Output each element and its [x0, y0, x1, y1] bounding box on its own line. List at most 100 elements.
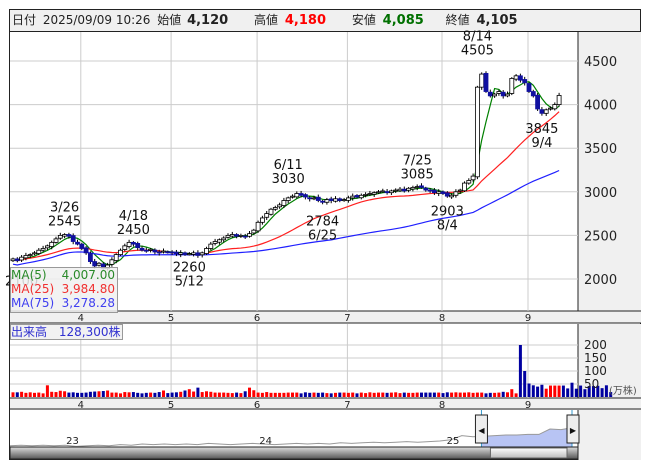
annotation-date: 7/25: [403, 153, 432, 168]
candle-body: [281, 200, 287, 206]
volume-bar: [411, 392, 415, 397]
volume-bar: [37, 392, 41, 397]
candle-body: [182, 252, 188, 255]
volume-bar: [566, 388, 570, 397]
price-tick-label: 3000: [584, 186, 617, 201]
volume-bar: [351, 392, 355, 397]
volume-bar: [97, 391, 101, 397]
volume-bar: [467, 392, 471, 397]
volume-bar: [398, 393, 402, 397]
volume-bar: [213, 392, 217, 397]
volume-bar: [11, 392, 15, 397]
candle-body: [530, 91, 536, 97]
ma25-label: MA(25): [11, 282, 55, 296]
volume-bar: [278, 392, 282, 397]
annotation-date: 8/4: [437, 218, 458, 233]
volume-bar: [561, 385, 565, 397]
volume-month-label: 6: [254, 400, 260, 411]
volume-bar: [166, 393, 170, 397]
candle-body: [88, 253, 93, 262]
candle-body: [298, 193, 304, 196]
volume-bar: [493, 392, 497, 397]
volume-bar: [93, 391, 97, 397]
volume-bar: [157, 392, 161, 397]
volume-bar: [295, 392, 299, 397]
volume-bar: [316, 392, 320, 397]
volume-date-axis-strip: [10, 398, 641, 410]
volume-bar: [338, 392, 342, 397]
candle-body: [234, 234, 240, 237]
volume-bar: [252, 390, 256, 397]
annotation-value: 2545: [48, 214, 81, 229]
ma5-label: MA(5): [11, 268, 47, 282]
candle-body: [449, 194, 455, 198]
volume-bar: [260, 392, 264, 397]
volume-month-label: 5: [168, 400, 174, 411]
candle-body: [518, 75, 523, 81]
annotation-value: 2450: [117, 223, 150, 238]
candle-body: [45, 245, 50, 249]
volume-bar: [329, 393, 333, 397]
candle-body: [483, 72, 489, 92]
volume-bar: [364, 393, 368, 397]
volume-bar: [80, 392, 84, 397]
month-label: 7: [344, 313, 350, 324]
annotation-value: 2903: [431, 204, 464, 219]
candle-body: [135, 243, 141, 249]
annotation-value: 4505: [461, 44, 494, 59]
volume-bar: [45, 385, 49, 397]
annotation-date: 5/12: [175, 274, 204, 289]
volume-bar: [123, 392, 127, 397]
volume-bar: [114, 392, 118, 397]
candle-body: [247, 233, 252, 237]
candle-body: [474, 86, 480, 178]
month-label: 6: [254, 313, 260, 324]
volume-bar: [394, 392, 398, 397]
candle-body: [268, 208, 274, 215]
candle-body: [57, 234, 63, 239]
volume-bar: [119, 393, 122, 397]
price-axis-panel: [578, 32, 641, 311]
volume-bar: [484, 393, 488, 397]
annotation-date: 6/11: [274, 158, 303, 173]
volume-bar: [291, 392, 294, 397]
navigator-scrollbar-thumb[interactable]: [489, 447, 568, 459]
volume-bar: [471, 392, 475, 397]
volume-bar: [209, 391, 213, 397]
volume-bar: [506, 392, 509, 397]
volume-bar: [222, 392, 226, 397]
candle-body: [178, 252, 184, 255]
volume-bar: [106, 390, 110, 397]
volume-tick-label: 100: [584, 364, 607, 378]
candle-body: [229, 234, 235, 237]
ma5-legend-row: MA(5) 4,007.00: [11, 268, 117, 282]
volume-bar: [192, 391, 196, 397]
volume-bar: [368, 392, 372, 397]
volume-bar: [475, 392, 479, 397]
candle-body: [535, 94, 540, 110]
candle-body: [83, 247, 89, 254]
candle-body: [208, 243, 214, 249]
volume-bar: [549, 385, 552, 397]
price-tick-label: 4000: [584, 99, 617, 114]
volume-bar: [235, 392, 239, 397]
volume-bar: [574, 388, 578, 397]
volume-bar: [501, 391, 505, 397]
candle-body: [216, 239, 222, 243]
volume-bar: [24, 392, 28, 397]
candle-body: [36, 249, 42, 254]
volume-bar: [179, 391, 183, 397]
volume-bar: [63, 391, 67, 397]
volume-unit-label: (万株): [609, 384, 637, 397]
candle-body: [496, 91, 502, 94]
volume-bar: [84, 392, 88, 397]
volume-bar: [377, 392, 380, 397]
volume-bar: [518, 345, 522, 397]
candle-body: [320, 200, 326, 203]
volume-bar: [536, 386, 540, 397]
volume-bar: [299, 393, 303, 397]
volume-bar: [15, 392, 19, 397]
stock-chart[interactable]: 3/262545 4/18245022605/126/11303027846/25…: [0, 0, 653, 470]
candle-body: [500, 91, 506, 97]
candle-body: [307, 197, 313, 200]
